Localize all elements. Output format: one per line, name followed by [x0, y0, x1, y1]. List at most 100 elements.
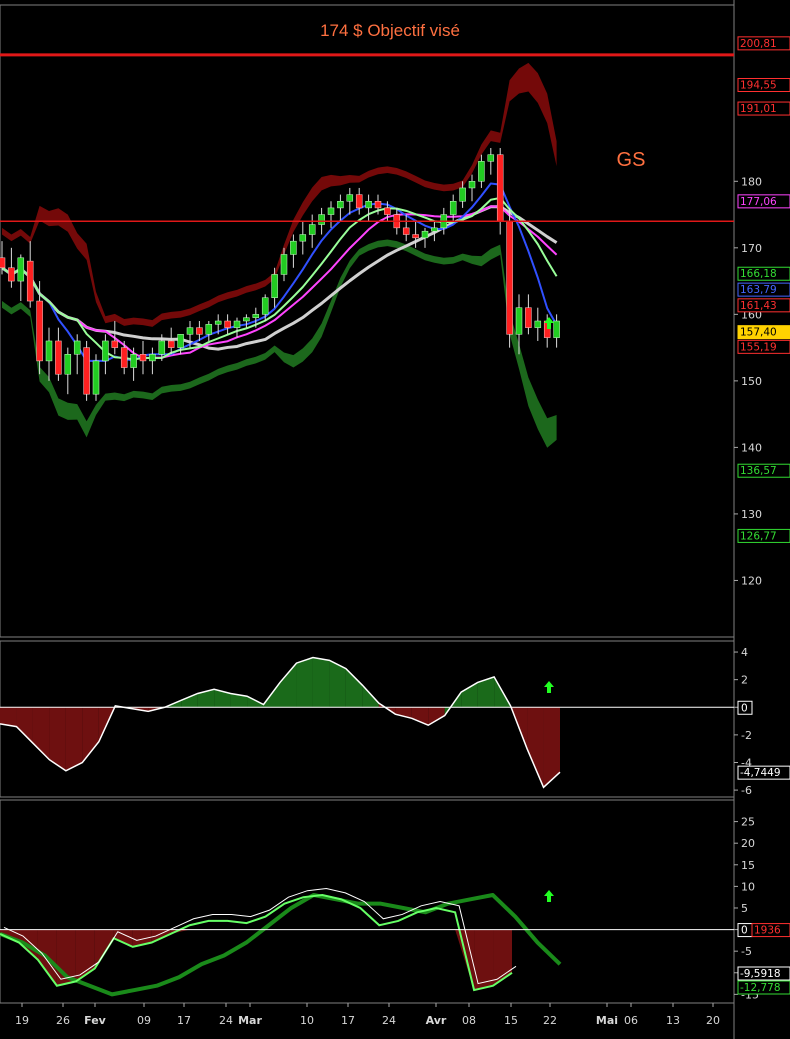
date-tick-label: 09 [137, 1014, 151, 1027]
price-tag-label: 191,01 [740, 103, 777, 115]
oscillator-segment [16, 707, 33, 744]
date-tick-label: 19 [15, 1014, 29, 1027]
candle-body [139, 354, 147, 362]
candle-body [17, 257, 25, 282]
panel-border-2 [0, 799, 735, 1004]
oscillator-axis: 420-2-4-60-4,7449 [734, 646, 790, 797]
buy-arrow-icon [544, 681, 554, 693]
candle-body [177, 334, 184, 348]
candle-body [506, 220, 513, 335]
stoch-last-label: -12,778 [740, 982, 781, 994]
date-tick-label: 24 [219, 1014, 233, 1027]
price-tag-label: 157,40 [740, 327, 777, 339]
price-axis: 120130140150160170180 [734, 175, 762, 587]
oscillator-segment [527, 707, 544, 788]
osc-tick-label: -6 [741, 784, 752, 797]
objective-annotation: 174 $ Objectif visé [320, 21, 460, 40]
oscillator-segment [82, 707, 99, 763]
candle-body [478, 161, 485, 182]
stoch-tick-label: 20 [741, 837, 755, 850]
candle-body [308, 224, 316, 235]
ma-short [1, 182, 558, 362]
price-tag-label: 126,77 [740, 530, 777, 542]
oscillator-segment [65, 707, 83, 771]
candle-body [290, 240, 297, 255]
candle-body [402, 227, 410, 235]
moving-averages [1, 182, 558, 362]
candle-body [459, 187, 466, 202]
date-tick-label: 08 [462, 1014, 476, 1027]
price-tag-label: 161,43 [740, 300, 777, 312]
date-tick-label: 26 [56, 1014, 70, 1027]
stochastic-axis: 2520151050-5-10-1501936-9,5918-12,778 [734, 816, 790, 1001]
candle-body [45, 340, 53, 362]
stoch-area-segment [493, 929, 512, 986]
upper-band [2, 62, 557, 327]
price-panel: GS 174 $ Objectif visé 12013014015016017… [0, 21, 790, 587]
candle-body [92, 360, 100, 395]
ma-medium [1, 205, 558, 360]
date-axis: 19 26 Fev 09 17 24 Mar 10 17 24 Avr 08 15 22 Mai 06 13 20 [15, 1003, 720, 1027]
candle-body [384, 207, 391, 215]
price-tag-label: 166,18 [740, 268, 777, 280]
candle-body [26, 260, 34, 302]
oscillator-segment [296, 657, 313, 708]
candle-body [102, 340, 109, 362]
date-tick-label: 10 [300, 1014, 314, 1027]
candle-body [243, 317, 250, 322]
date-tick-label: 17 [177, 1014, 191, 1027]
stoch-zero-label: 0 [741, 925, 748, 937]
date-tick-label: 22 [543, 1014, 557, 1027]
stoch-tick-label: 15 [741, 859, 755, 872]
lower-band [2, 239, 557, 448]
candle-body [158, 340, 166, 355]
date-tick-label: Avr [426, 1014, 447, 1027]
price-tick-label: 170 [741, 242, 762, 255]
candle-body [515, 307, 523, 335]
candle-body [318, 214, 325, 225]
oscillator-area [0, 656, 734, 789]
candle-body [271, 274, 278, 298]
ma-long [1, 205, 558, 351]
date-tick-label: 17 [341, 1014, 355, 1027]
candle-body [374, 201, 382, 209]
osc-tick-label: 2 [741, 674, 748, 687]
candle-body [55, 340, 62, 375]
osc-zero-label: 0 [741, 702, 748, 714]
candlesticks [0, 148, 560, 401]
oscillator-segment [280, 663, 297, 708]
stochastic-panel: 2520151050-5-10-1501936-9,5918-12,778 [0, 816, 790, 1001]
candle-body [186, 327, 194, 335]
candle-body [111, 340, 119, 348]
price-tags: 200,81 194,55 191,01 177,06 166,18 163,79 161,… [737, 36, 790, 543]
candle-body [553, 320, 560, 338]
oscillator-segment [461, 682, 478, 708]
price-tag-label: 163,79 [740, 284, 777, 296]
stoch-tick-label: 10 [741, 880, 755, 893]
candle-body [421, 230, 429, 239]
stock-chart: GS 174 $ Objectif visé 12013014015016017… [0, 0, 790, 1039]
candle-body [36, 300, 43, 362]
candle-body [64, 354, 72, 375]
price-tick-label: 140 [741, 441, 762, 454]
candle-body [496, 154, 504, 222]
candle-body [252, 314, 260, 318]
candle-body [346, 194, 354, 202]
price-tick-label: 130 [741, 508, 762, 521]
oscillator-segment [181, 693, 198, 708]
candle-body [299, 234, 307, 242]
stoch-tick-label: 5 [741, 902, 748, 915]
candle-body [468, 181, 476, 189]
oscillator-panel: 420-2-4-60-4,7449 [0, 646, 790, 797]
candle-body [337, 201, 344, 209]
stoch-tag-label: 1936 [754, 925, 781, 937]
osc-tick-label: -2 [741, 729, 752, 742]
price-tag-label: 194,55 [740, 79, 777, 91]
date-tick-label: 24 [382, 1014, 396, 1027]
candle-body [534, 320, 542, 328]
oscillator-segment [345, 668, 363, 708]
stoch-tick-label: 25 [741, 816, 755, 829]
stoch-area-segment [113, 929, 133, 947]
candle-body [412, 234, 419, 239]
candle-body [73, 340, 81, 355]
